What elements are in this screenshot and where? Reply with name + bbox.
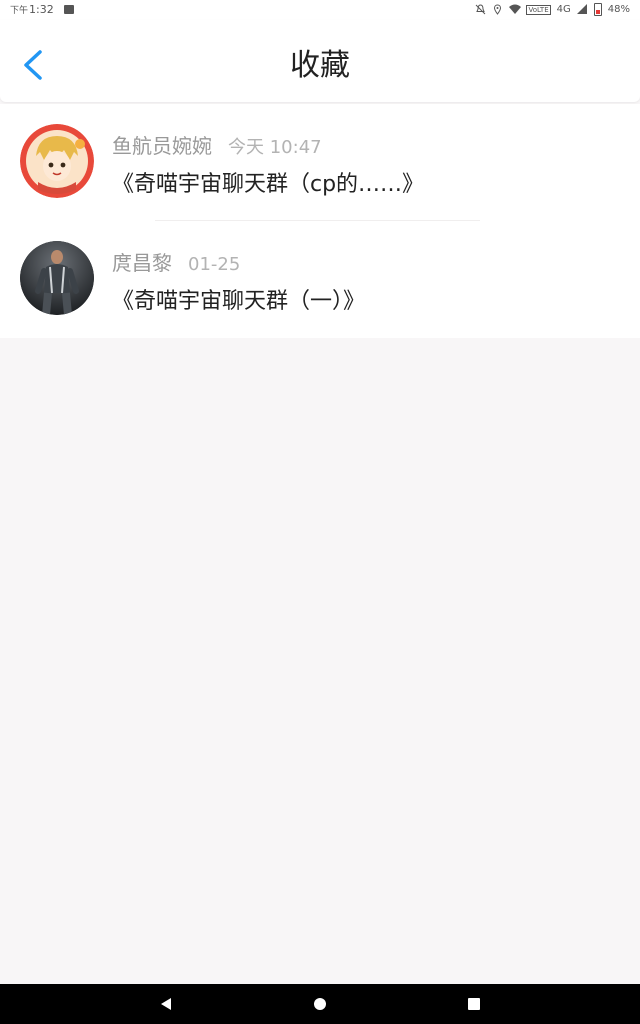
favorite-item[interactable]: 鱼航员婉婉 今天 10:47 《奇喵宇宙聊天群（cp的……》 xyxy=(0,104,640,221)
circle-home-icon xyxy=(314,998,326,1010)
navigation-bar xyxy=(0,984,640,1024)
item-time: 01-25 xyxy=(188,254,241,275)
triangle-back-icon xyxy=(161,998,171,1010)
wifi-icon xyxy=(509,4,522,15)
battery-icon xyxy=(593,3,602,16)
status-ampm: 下午 xyxy=(10,6,29,16)
avatar xyxy=(20,241,94,315)
image-notification-icon xyxy=(63,5,74,14)
item-meta: 庹昌黎 01-25 xyxy=(112,247,240,276)
nav-recents-button[interactable] xyxy=(466,996,482,1012)
status-left: 下午 1:32 xyxy=(10,3,74,16)
favorite-item[interactable]: 庹昌黎 01-25 《奇喵宇宙聊天群（一）》 xyxy=(0,221,640,338)
header: 收藏 xyxy=(0,20,640,102)
item-title: 《奇喵宇宙聊天群（cp的……》 xyxy=(112,172,425,197)
status-time: 1:32 xyxy=(29,3,54,16)
avatar xyxy=(20,124,94,198)
network-label: 4G xyxy=(556,4,571,15)
signal-icon xyxy=(576,4,588,15)
square-recents-icon xyxy=(468,998,480,1010)
nav-back-button[interactable] xyxy=(158,996,174,1012)
battery-percent: 48% xyxy=(607,4,630,15)
status-bar: 下午 1:32 VoLTE 4G 48% xyxy=(0,0,640,20)
favorites-list: 鱼航员婉婉 今天 10:47 《奇喵宇宙聊天群（cp的……》 庹昌黎 01-25… xyxy=(0,104,640,338)
item-title: 《奇喵宇宙聊天群（一）》 xyxy=(112,289,366,314)
status-right: VoLTE 4G 48% xyxy=(475,3,630,16)
page-title: 收藏 xyxy=(290,48,350,83)
item-author: 鱼航员婉婉 xyxy=(112,134,212,158)
item-meta: 鱼航员婉婉 今天 10:47 xyxy=(112,130,322,159)
nav-home-button[interactable] xyxy=(312,996,328,1012)
screen: 下午 1:32 VoLTE 4G 48% 收藏 鱼航员婉婉 今天 10:47 《… xyxy=(0,0,640,1024)
location-icon xyxy=(492,4,503,15)
item-author: 庹昌黎 xyxy=(112,251,172,275)
silent-icon xyxy=(475,4,486,15)
item-time: 今天 10:47 xyxy=(228,137,322,158)
volte-badge: VoLTE xyxy=(526,4,551,15)
